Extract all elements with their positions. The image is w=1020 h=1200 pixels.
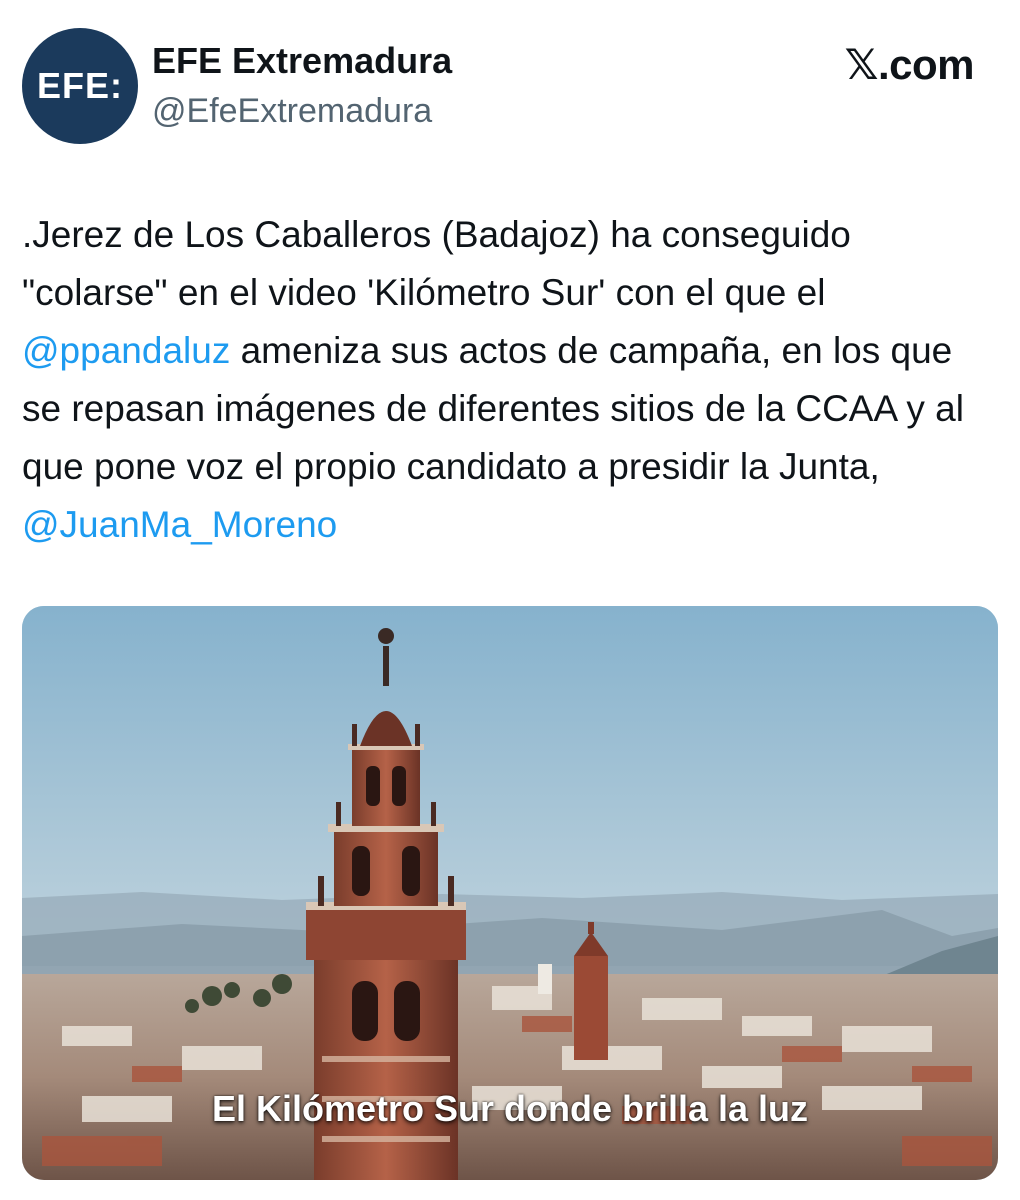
author-handle[interactable]: @EfeExtremadura — [152, 92, 432, 131]
avatar-logo-text: EFE: — [36, 65, 123, 106]
mention-juanma-moreno-link[interactable]: @JuanMa_Moreno — [22, 504, 337, 545]
tweet-text-part-1: .Jerez de Los Caballeros (Badajoz) ha co… — [22, 214, 851, 313]
tweet-media-image[interactable]: El Kilómetro Sur donde brilla la luz — [22, 606, 998, 1180]
video-caption: El Kilómetro Sur donde brilla la luz — [211, 1088, 809, 1129]
author-display-name[interactable]: EFE Extremadura — [152, 40, 452, 82]
tweet-text: .Jerez de Los Caballeros (Badajoz) ha co… — [22, 206, 998, 554]
x-com-logo: 𝕏.com — [844, 41, 975, 88]
mention-ppandaluz-link[interactable]: @ppandaluz — [22, 330, 230, 371]
avatar[interactable]: EFE: — [22, 28, 138, 144]
